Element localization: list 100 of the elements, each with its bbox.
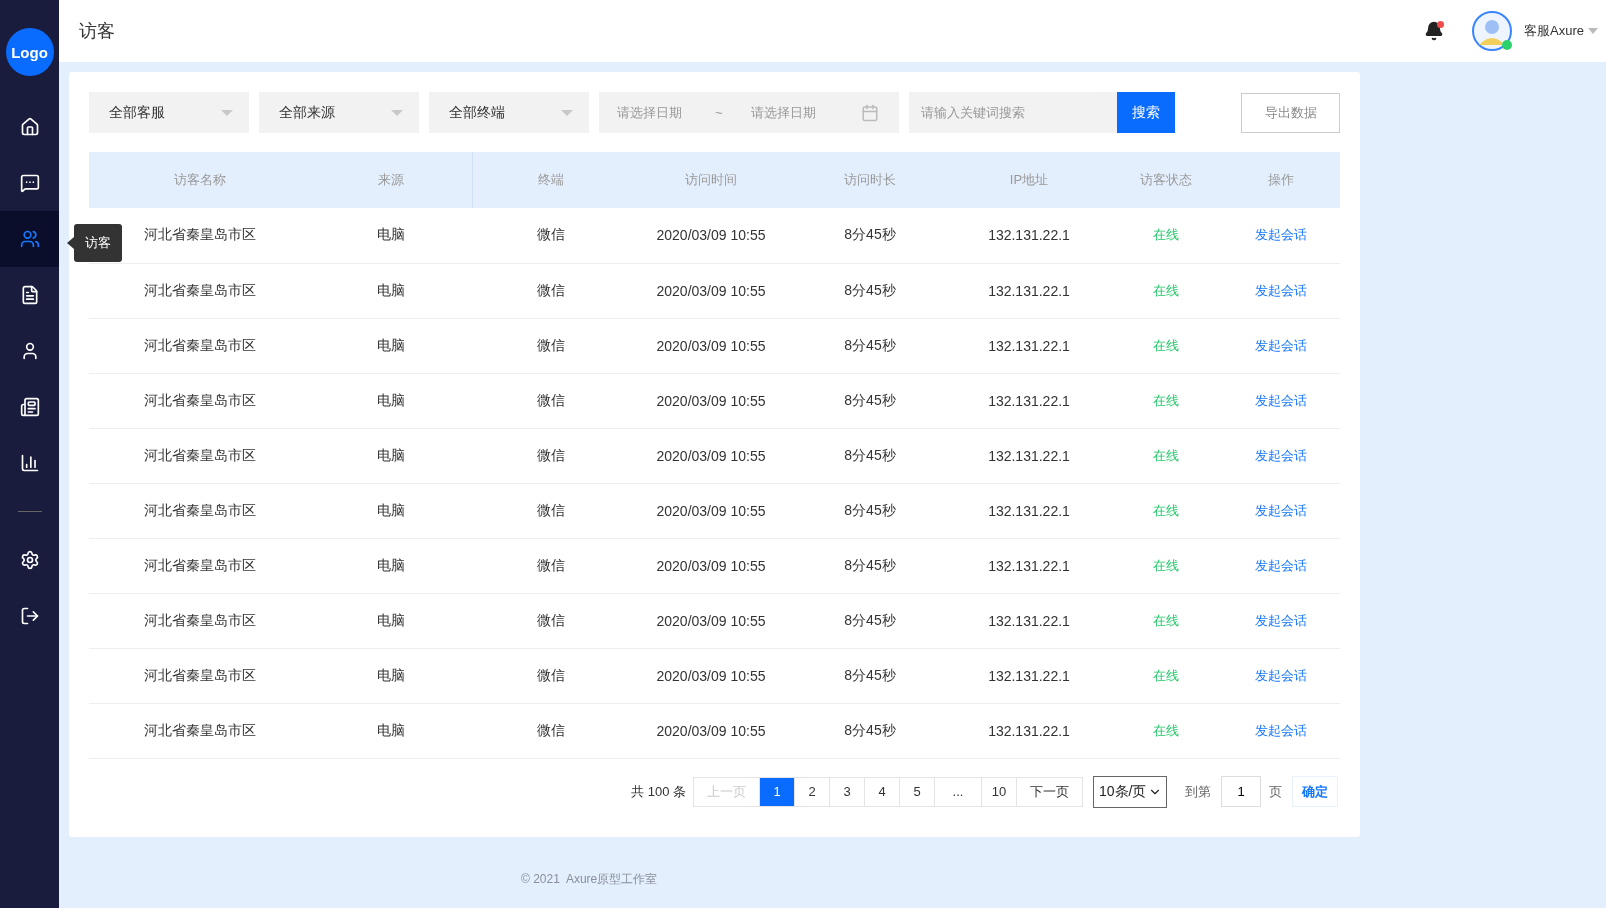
status-text: 在线 (1153, 667, 1179, 683)
table-cell: 微信 (537, 501, 565, 518)
table-cell: 8分45秒 (844, 501, 896, 518)
filter-select[interactable]: 全部来源 (259, 92, 419, 133)
table-cell: 2020/03/09 10:55 (656, 502, 766, 519)
page-button[interactable]: 3 (829, 776, 865, 807)
search-field[interactable]: 请输入关键词搜索 (909, 92, 1117, 133)
table-cell: 2020/03/09 10:55 (656, 447, 766, 464)
start-chat-link[interactable]: 发起会话 (1255, 282, 1307, 298)
table-cell: 微信 (537, 556, 565, 573)
table-cell: 132.131.22.1 (988, 227, 1070, 244)
table-cell: 河北省秦皇岛市区 (143, 446, 256, 463)
table-cell: 微信 (537, 666, 565, 683)
start-chat-link[interactable]: 发起会话 (1255, 557, 1307, 573)
news-icon (19, 397, 40, 417)
export-button[interactable]: 导出数据 (1241, 92, 1340, 133)
table-cell: 电脑 (377, 611, 405, 628)
logo: Logo (5, 28, 54, 76)
table-cell: 电脑 (377, 336, 405, 353)
page-size-select[interactable]: 10条/页 (1093, 775, 1167, 808)
page-button[interactable]: ... (934, 776, 982, 807)
total-count: 共 100 条 (631, 782, 686, 801)
table-cell: 8分45秒 (844, 336, 896, 353)
status-text: 在线 (1153, 612, 1179, 628)
home-icon (19, 117, 40, 137)
page-button[interactable]: 2 (794, 776, 830, 807)
table-cell: 河北省秦皇岛市区 (143, 281, 256, 298)
table-cell: 132.131.22.1 (988, 392, 1070, 409)
logout-icon (19, 606, 40, 626)
table-cell: 河北省秦皇岛市区 (143, 391, 256, 408)
table-cell: 2020/03/09 10:55 (656, 392, 766, 409)
table-cell: 8分45秒 (844, 611, 896, 628)
start-chat-link[interactable]: 发起会话 (1255, 612, 1307, 628)
table-cell: 微信 (537, 721, 565, 738)
filter-select[interactable]: 全部终端 (429, 92, 589, 133)
table-cell: 电脑 (377, 281, 405, 298)
next-page-button[interactable]: 下一页 (1016, 776, 1083, 807)
end-date-field[interactable]: 请选择日期 (749, 104, 849, 121)
search-button[interactable]: 搜索 (1117, 92, 1175, 133)
avatar[interactable] (1472, 11, 1513, 51)
table-cell: 8分45秒 (844, 666, 896, 683)
status-text: 在线 (1153, 447, 1179, 463)
table-cell: 2020/03/09 10:55 (656, 337, 766, 354)
start-chat-link[interactable]: 发起会话 (1255, 392, 1307, 408)
table-cell: 电脑 (377, 226, 405, 243)
table-cell: 2020/03/09 10:55 (656, 557, 766, 574)
table-cell: 微信 (537, 281, 565, 298)
table-cell: 8分45秒 (844, 556, 896, 573)
table-cell: 2020/03/09 10:55 (656, 282, 766, 299)
table-cell: 微信 (537, 611, 565, 628)
table-cell: 河北省秦皇岛市区 (143, 666, 256, 683)
page-suffix: 页 (1269, 782, 1282, 801)
table-cell: 微信 (537, 226, 565, 243)
table-cell: 微信 (537, 446, 565, 463)
page-button[interactable]: 10 (981, 776, 1017, 807)
status-text: 在线 (1153, 502, 1179, 518)
filter-select[interactable]: 全部客服 (89, 92, 249, 133)
user-name[interactable]: 客服Axure (1524, 22, 1584, 40)
page-input[interactable]: 1 (1221, 776, 1261, 807)
table-cell: 2020/03/09 10:55 (656, 667, 766, 684)
table-cell: 电脑 (377, 556, 405, 573)
start-chat-link[interactable]: 发起会话 (1255, 337, 1307, 353)
bell-icon[interactable] (1424, 21, 1445, 41)
users-icon (19, 229, 40, 249)
table-cell: 电脑 (377, 721, 405, 738)
start-date-field[interactable]: 请选择日期 (615, 104, 715, 121)
page-button[interactable]: 4 (864, 776, 900, 807)
table-cell: 河北省秦皇岛市区 (143, 336, 256, 353)
confirm-button[interactable]: 确定 (1292, 776, 1338, 807)
column-header: 终端 (472, 152, 630, 208)
page-button[interactable]: 1 (759, 776, 795, 807)
status-text: 在线 (1153, 282, 1179, 298)
table-cell: 2020/03/09 10:55 (656, 722, 766, 739)
table-cell: 132.131.22.1 (988, 667, 1070, 684)
table-cell: 2020/03/09 10:55 (656, 612, 766, 629)
table-cell: 8分45秒 (844, 391, 896, 408)
table-cell: 电脑 (377, 501, 405, 518)
page-title: 访客 (79, 20, 116, 43)
chat-icon (19, 173, 40, 193)
start-chat-link[interactable]: 发起会话 (1255, 722, 1307, 738)
table-cell: 132.131.22.1 (988, 447, 1070, 464)
status-text: 在线 (1153, 557, 1179, 573)
column-header: 访客名称 (89, 152, 310, 208)
table-cell: 132.131.22.1 (988, 612, 1070, 629)
date-separator: ~ (715, 105, 724, 120)
column-header: IP地址 (948, 152, 1110, 208)
start-chat-link[interactable]: 发起会话 (1255, 227, 1307, 243)
tooltip: 访客 (74, 224, 122, 262)
start-chat-link[interactable]: 发起会话 (1255, 667, 1307, 683)
copyright-text: © 2021 Axure原型工作室 (521, 871, 659, 888)
start-chat-link[interactable]: 发起会话 (1255, 502, 1307, 518)
table-cell: 河北省秦皇岛市区 (143, 721, 256, 738)
settings-icon (19, 550, 40, 570)
start-chat-link[interactable]: 发起会话 (1255, 447, 1307, 463)
table-cell: 8分45秒 (844, 226, 896, 243)
table-cell: 微信 (537, 391, 565, 408)
status-text: 在线 (1153, 337, 1179, 353)
table-cell: 河北省秦皇岛市区 (143, 226, 256, 243)
page-button[interactable]: 5 (899, 776, 935, 807)
status-text: 在线 (1153, 392, 1179, 408)
